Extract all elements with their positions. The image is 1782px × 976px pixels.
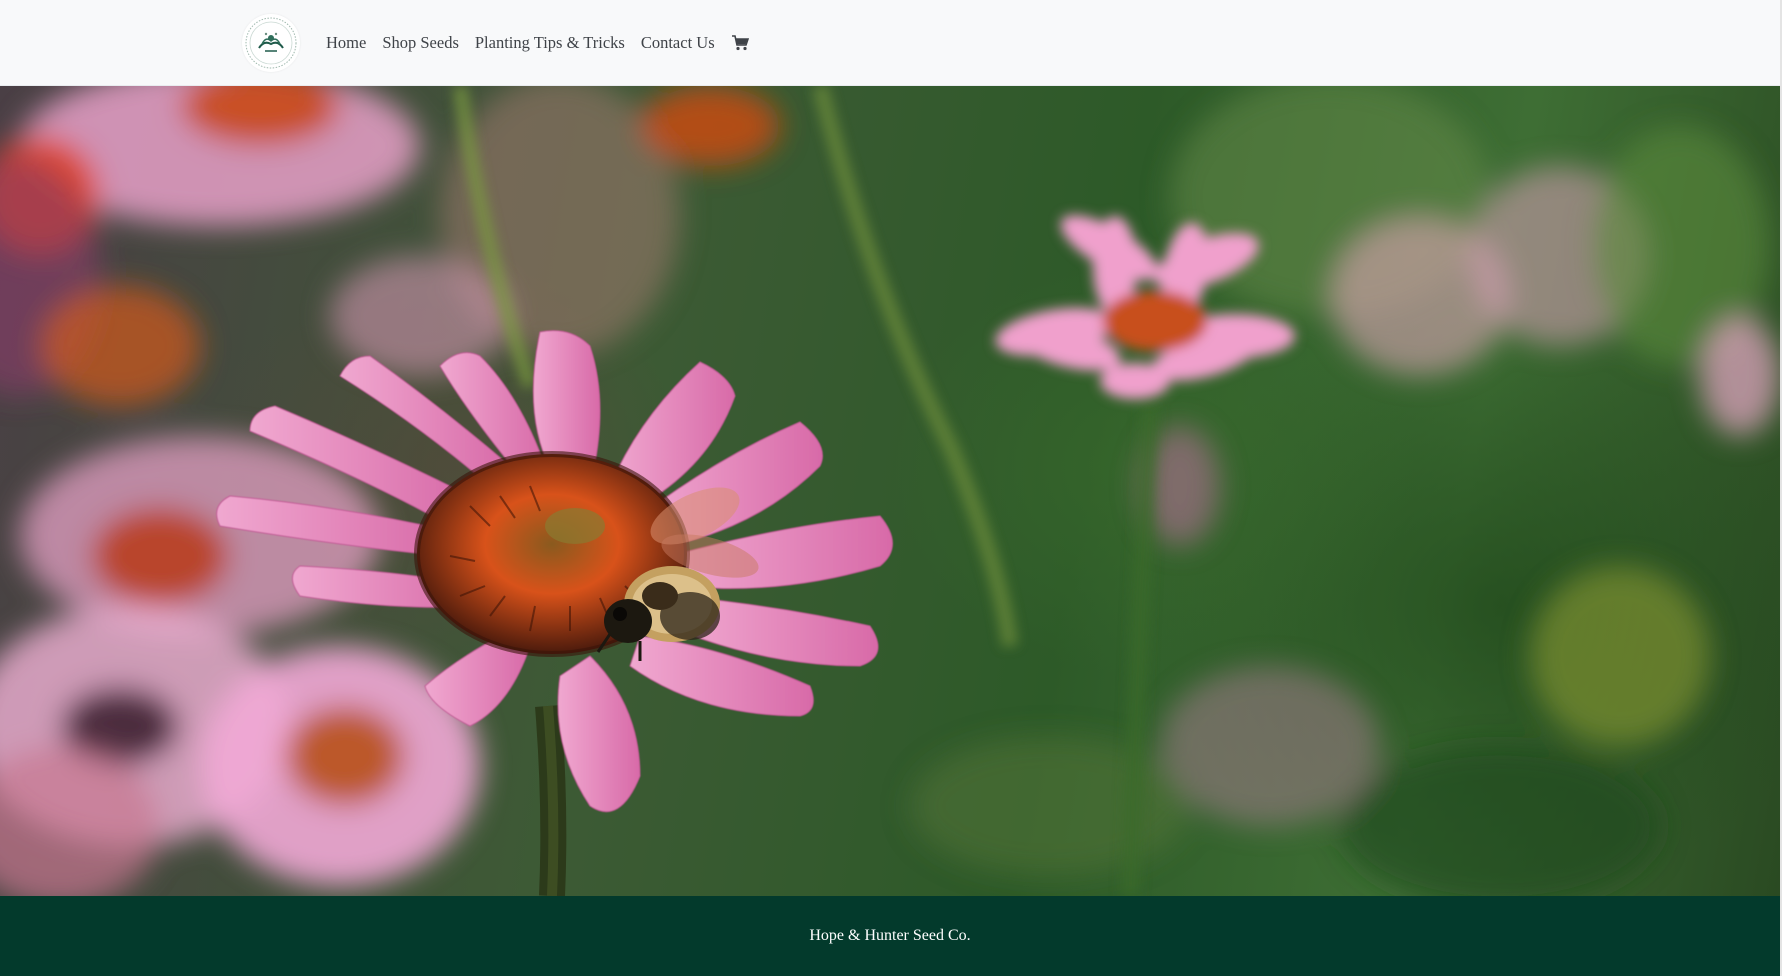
nav-link-contact-us[interactable]: Contact Us [633, 33, 723, 53]
browser-viewport: Home Shop Seeds Planting Tips & Tricks C… [0, 0, 1780, 976]
footer-company-name: Hope & Hunter Seed Co. [809, 927, 971, 944]
nav-links: Home Shop Seeds Planting Tips & Tricks C… [318, 0, 749, 86]
nav-link-home[interactable]: Home [318, 33, 374, 53]
page: Home Shop Seeds Planting Tips & Tricks C… [0, 0, 1782, 976]
nav-link-shop-seeds[interactable]: Shop Seeds [374, 33, 467, 53]
brand-logo-link[interactable] [242, 14, 300, 72]
site-footer: Hope & Hunter Seed Co. [0, 896, 1780, 976]
top-navbar: Home Shop Seeds Planting Tips & Tricks C… [0, 0, 1780, 86]
hero-image-coneflower-bee [0, 86, 1780, 896]
background-bokeh [0, 86, 1780, 896]
nav-link-planting-tips[interactable]: Planting Tips & Tricks [467, 33, 633, 53]
shopping-cart-icon[interactable] [731, 34, 749, 52]
crest-logo-icon [243, 15, 299, 71]
